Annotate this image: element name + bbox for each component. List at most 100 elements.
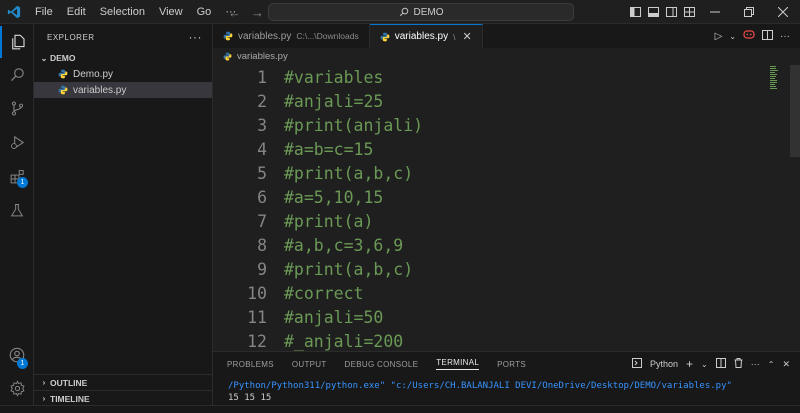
chevron-down-icon: ⌄ <box>40 53 48 63</box>
file-demo-py[interactable]: Demo.py <box>34 66 212 82</box>
explorer-title: EXPLORER <box>47 32 95 42</box>
menu-go[interactable]: Go <box>190 0 219 24</box>
explorer-icon[interactable] <box>0 26 34 58</box>
chevron-right-icon: › <box>42 378 46 387</box>
file-name: Demo.py <box>73 68 114 80</box>
tab-variables-active[interactable]: variables.py \ ✕ <box>369 24 483 48</box>
python-file-icon <box>58 85 68 95</box>
code-editor[interactable]: 1 #variables 2 #anjali=25 3 #print(anjali) … <box>213 65 800 351</box>
outline-section[interactable]: › OUTLINE <box>34 374 213 390</box>
folder-demo[interactable]: ⌄ DEMO <box>34 50 212 66</box>
toggle-panel-icon[interactable] <box>644 0 662 24</box>
explorer-more-actions-icon[interactable]: ··· <box>189 30 203 44</box>
command-center-search[interactable]: DEMO <box>268 3 574 21</box>
maximize-panel-chevron-up-icon[interactable]: ⌃ <box>768 360 775 369</box>
terminal-dropdown-chevron-icon[interactable]: ⌄ <box>701 360 708 369</box>
search-icon <box>399 7 408 17</box>
tab-ports[interactable]: PORTS <box>497 360 526 369</box>
menu-bar: File Edit Selection View Go ··· <box>28 0 243 24</box>
split-terminal-icon[interactable] <box>715 358 726 370</box>
menu-selection[interactable]: Selection <box>93 0 152 24</box>
explorer-sidebar: EXPLORER ··· ⌄ DEMO Demo.py variables.py… <box>34 24 213 405</box>
code-text: #a=5,10,15 <box>284 187 384 207</box>
accounts-icon[interactable]: 1 <box>0 339 34 371</box>
tab-problems[interactable]: PROBLEMS <box>227 360 274 369</box>
editor-vertical-scrollbar[interactable] <box>790 65 800 157</box>
python-file-icon <box>223 31 233 41</box>
run-and-debug-icon[interactable] <box>0 126 34 158</box>
tab-terminal[interactable]: TERMINAL <box>436 358 480 370</box>
customize-layout-icon[interactable] <box>680 0 698 24</box>
source-control-icon[interactable] <box>0 92 34 124</box>
status-bar <box>0 405 800 413</box>
line-number: 9 <box>257 259 267 279</box>
copilot-icon[interactable] <box>743 29 755 43</box>
back-arrow-icon[interactable]: ← <box>228 5 241 20</box>
code-line: 1 #variables <box>213 65 383 89</box>
panel-tabs: PROBLEMS OUTPUT DEBUG CONSOLE TERMINAL P… <box>213 352 526 376</box>
code-text: #anjali=25 <box>284 91 384 111</box>
tab-description: C:\...\Downloads <box>296 31 359 41</box>
tab-debug-console[interactable]: DEBUG CONSOLE <box>345 360 419 369</box>
tab-label: variables.py <box>394 31 449 42</box>
timeline-section[interactable]: › TIMELINE <box>34 390 213 406</box>
code-text: #print(a) <box>284 211 374 231</box>
terminal-name[interactable]: Python <box>650 359 678 369</box>
menu-view[interactable]: View <box>152 0 190 24</box>
code-text: #anjali=50 <box>284 307 384 327</box>
panel-actions: Python + ⌄ ··· ⌃ ✕ <box>632 352 790 376</box>
tab-description: \ <box>453 31 456 42</box>
timeline-label: TIMELINE <box>50 393 90 404</box>
minimize-button[interactable] <box>698 0 732 24</box>
run-dropdown-chevron-icon[interactable]: ⌄ <box>729 32 736 41</box>
breadcrumb-file[interactable]: variables.py <box>237 51 288 62</box>
testing-flask-icon[interactable] <box>0 194 34 226</box>
new-terminal-plus-icon[interactable]: + <box>686 357 693 371</box>
toggle-primary-sidebar-icon[interactable] <box>626 0 644 24</box>
line-number: 11 <box>247 307 267 327</box>
line-number: 6 <box>257 187 267 207</box>
python-file-icon <box>380 32 390 41</box>
code-line: 12 #_anjali=200 <box>213 329 403 351</box>
code-text: #variables <box>284 67 384 87</box>
code-line: 9 #print(a,b,c) <box>213 257 413 281</box>
search-view-icon[interactable] <box>0 58 34 90</box>
close-window-button[interactable] <box>766 0 800 24</box>
run-python-file-icon[interactable]: ▷ <box>715 31 723 42</box>
kill-terminal-trash-icon[interactable] <box>734 358 743 370</box>
code-line: 8 #a,b,c=3,6,9 <box>213 233 403 257</box>
close-panel-icon[interactable]: ✕ <box>782 359 790 370</box>
toggle-secondary-sidebar-icon[interactable] <box>662 0 680 24</box>
forward-arrow-icon[interactable]: → <box>251 5 264 20</box>
more-panel-actions-icon[interactable]: ··· <box>751 359 760 369</box>
vscode-logo-icon <box>0 0 28 24</box>
code-line: 11 #anjali=50 <box>213 305 383 329</box>
code-text: #correct <box>284 283 364 303</box>
tab-variables-downloads[interactable]: variables.py C:\...\Downloads <box>213 24 370 48</box>
line-number: 2 <box>257 91 267 111</box>
code-line: 5 #print(a,b,c) <box>213 161 413 185</box>
file-name: variables.py <box>73 84 127 96</box>
restore-button[interactable] <box>732 0 766 24</box>
settings-gear-icon[interactable] <box>0 372 34 404</box>
extensions-badge: 1 <box>17 177 28 188</box>
editor-tabs: variables.py C:\...\Downloads variables.… <box>213 24 800 48</box>
menu-file[interactable]: File <box>28 0 60 24</box>
file-variables-py[interactable]: variables.py <box>34 82 212 98</box>
tab-output[interactable]: OUTPUT <box>292 360 327 369</box>
python-file-icon <box>223 52 232 61</box>
split-editor-icon[interactable] <box>762 29 773 43</box>
terminal-command-line: /Python/Python311/python.exe" "c:/Users/… <box>228 381 732 391</box>
close-tab-icon[interactable]: ✕ <box>462 30 471 43</box>
extensions-icon[interactable]: 1 <box>0 160 34 192</box>
line-number: 1 <box>257 67 267 87</box>
line-number: 8 <box>257 235 267 255</box>
outline-label: OUTLINE <box>50 377 88 388</box>
more-editor-actions-icon[interactable]: ··· <box>780 31 790 42</box>
chevron-right-icon: › <box>42 394 46 403</box>
code-text: #a=b=c=15 <box>284 139 374 159</box>
minimap[interactable] <box>768 65 782 99</box>
menu-edit[interactable]: Edit <box>60 0 93 24</box>
code-line: 2 #anjali=25 <box>213 89 383 113</box>
line-number: 3 <box>257 115 267 135</box>
